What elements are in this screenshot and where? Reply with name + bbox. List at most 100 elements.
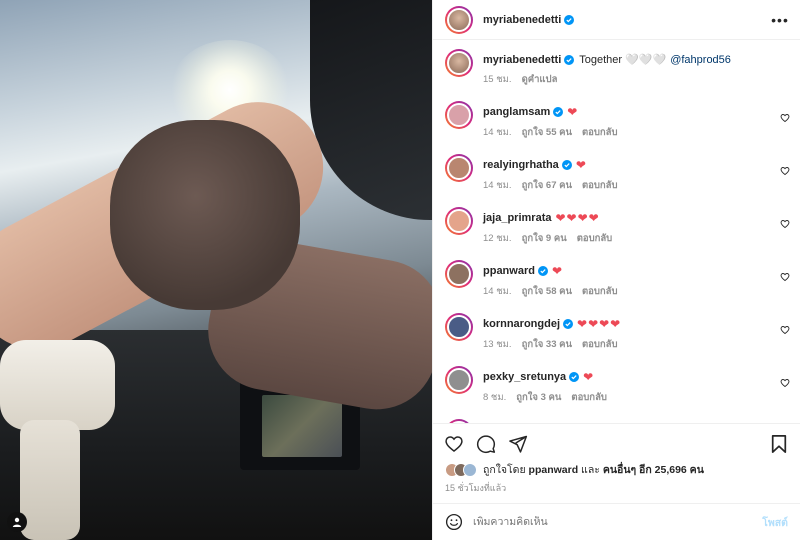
tagged-users-icon[interactable] [7, 512, 27, 532]
caption-avatar [447, 51, 471, 75]
caption-row: myriabenedetti Together 🤍🤍🤍 @fahprod56 1… [445, 49, 790, 87]
comment-text: ❤ [583, 370, 595, 384]
comment-input[interactable] [473, 516, 763, 528]
comment-likes-count[interactable]: ถูกใจ 9 คน [522, 231, 567, 246]
commenter-avatar [447, 156, 471, 180]
comment-row: jaja_primrata ❤❤❤❤ 12 ชม. ถูกใจ 9 คน ตอบกลับ [445, 207, 790, 246]
verified-badge-icon [563, 319, 574, 329]
comment-bubble-icon [476, 434, 496, 453]
caption-mention-link[interactable]: @fahprod56 [670, 54, 731, 66]
commenter-avatar [447, 103, 471, 127]
comment-time: 13 ชม. [483, 339, 512, 350]
comment-text: ❤ [575, 158, 587, 172]
commenter-username[interactable]: realyingrhatha [483, 159, 559, 171]
like-button[interactable] [443, 433, 465, 455]
comment-likes-count[interactable]: ถูกใจ 55 คน [522, 125, 572, 140]
reply-button[interactable]: ตอบกลับ [582, 337, 618, 352]
commenter-avatar-ring[interactable] [445, 366, 473, 394]
commenter-avatar [447, 209, 471, 233]
likes-text: ถูกใจโดย ppanward และ คนอื่นๆ อีก 25,696… [483, 461, 704, 478]
comment-like-heart-icon[interactable] [780, 219, 790, 229]
comment-time: 14 ชม. [483, 180, 512, 191]
comment-like-heart-icon[interactable] [780, 113, 790, 123]
comment-text: ❤ [551, 264, 564, 278]
verified-badge-icon [564, 14, 575, 25]
comment-like-heart-icon[interactable] [780, 272, 790, 282]
post-header: myriabenedetti ••• [433, 0, 800, 40]
comment-likes-count[interactable]: ถูกใจ 3 คน [516, 390, 561, 405]
post-side-panel: myriabenedetti ••• myriabenedetti Togeth… [432, 0, 800, 540]
comment-likes-count[interactable]: ถูกใจ 67 คน [522, 178, 572, 193]
commenter-avatar [447, 368, 471, 392]
likes-others-count[interactable]: คนอื่นๆ อีก 25,696 คน [603, 464, 704, 476]
reply-button[interactable]: ตอบกลับ [582, 125, 618, 140]
caption-avatar-ring[interactable] [445, 49, 473, 77]
commenter-username[interactable]: jaja_primrata [483, 212, 551, 224]
caption-username[interactable]: myriabenedetti [483, 54, 561, 66]
commenter-avatar-ring[interactable] [445, 154, 473, 182]
comment-like-heart-icon[interactable] [780, 378, 790, 388]
instagram-post-modal: myriabenedetti ••• myriabenedetti Togeth… [0, 0, 800, 540]
comment-text: ❤ [567, 105, 579, 119]
verified-badge-icon [564, 54, 575, 65]
commenter-avatar-ring[interactable] [445, 260, 473, 288]
author-avatar [447, 7, 471, 32]
commenter-avatar-ring[interactable] [445, 207, 473, 235]
reply-button[interactable]: ตอบกลับ [577, 231, 613, 246]
emoji-icon[interactable] [445, 513, 463, 531]
photo-watch-band [20, 420, 80, 540]
commenter-avatar-ring[interactable] [445, 313, 473, 341]
comments-list[interactable]: myriabenedetti Together 🤍🤍🤍 @fahprod56 1… [433, 41, 800, 423]
comment-row: panglamsam ❤ 14 ชม. ถูกใจ 55 คน ตอบกลับ [445, 101, 790, 140]
bookmark-icon [771, 434, 787, 453]
commenter-username[interactable]: ppanward [483, 265, 535, 277]
likes-and: และ [581, 464, 600, 476]
commenter-username[interactable]: panglamsam [483, 106, 550, 118]
commenter-username[interactable]: kornnarongdej [483, 318, 560, 330]
comment-time: 12 ชม. [483, 233, 512, 244]
comment-row: ppanward ❤ 14 ชม. ถูกใจ 58 คน ตอบกลับ [445, 260, 790, 299]
likes-summary[interactable]: ถูกใจโดย ppanward และ คนอื่นๆ อีก 25,696… [445, 461, 790, 478]
more-options-icon[interactable]: ••• [770, 12, 790, 28]
commenter-avatar [447, 315, 471, 339]
comment-text: ❤❤❤❤ [555, 211, 600, 225]
share-button[interactable] [507, 433, 529, 455]
author-avatar-ring[interactable] [445, 5, 473, 34]
reply-button[interactable]: ตอบกลับ [582, 178, 618, 193]
comment-time: 8 ชม. [483, 392, 507, 403]
liker-avatar [463, 462, 477, 477]
post-time[interactable]: 15 ชั่วโมงที่แล้ว [445, 481, 506, 495]
likes-prefix: ถูกใจโดย [483, 464, 526, 476]
comment-likes-count[interactable]: ถูกใจ 33 คน [522, 337, 572, 352]
photo-car-map [262, 395, 342, 457]
send-paper-plane-icon [509, 435, 528, 453]
reply-button[interactable]: ตอบกลับ [582, 284, 618, 299]
comment-like-heart-icon[interactable] [780, 166, 790, 176]
comment-like-heart-icon[interactable] [780, 325, 790, 335]
comment-row: pexky_sretunya ❤ 8 ชม. ถูกใจ 3 คน ตอบกลับ [445, 366, 790, 405]
comment-time: 14 ชม. [483, 286, 512, 297]
reply-button[interactable]: ตอบกลับ [571, 390, 607, 405]
post-comment-button[interactable]: โพสต์ [762, 514, 788, 531]
verified-badge-icon [553, 107, 564, 117]
see-translation-link[interactable]: ดูคำแปล [522, 72, 558, 87]
comment-text: ❤❤❤❤ [577, 317, 622, 331]
post-actions-bar [433, 423, 800, 463]
comment-composer: โพสต์ [433, 503, 800, 540]
post-photo[interactable] [0, 0, 432, 540]
likes-by-username[interactable]: ppanward [529, 464, 579, 476]
commenter-avatar [447, 262, 471, 286]
photo-watch [0, 340, 115, 430]
comment-row: kornnarongdej ❤❤❤❤ 13 ชม. ถูกใจ 33 คน ตอบกลั… [445, 313, 790, 352]
caption-time: 15 ชม. [483, 74, 512, 85]
commenter-avatar-ring[interactable] [445, 101, 473, 129]
heart-outline-icon [445, 435, 463, 452]
author-username[interactable]: myriabenedetti [483, 14, 561, 26]
verified-badge-icon [561, 160, 572, 170]
verified-badge-icon [569, 372, 580, 382]
commenter-username[interactable]: pexky_sretunya [483, 371, 566, 383]
photo-car-frame [310, 0, 432, 220]
save-button[interactable] [768, 433, 790, 455]
comment-likes-count[interactable]: ถูกใจ 58 คน [522, 284, 572, 299]
comment-button[interactable] [475, 433, 497, 455]
